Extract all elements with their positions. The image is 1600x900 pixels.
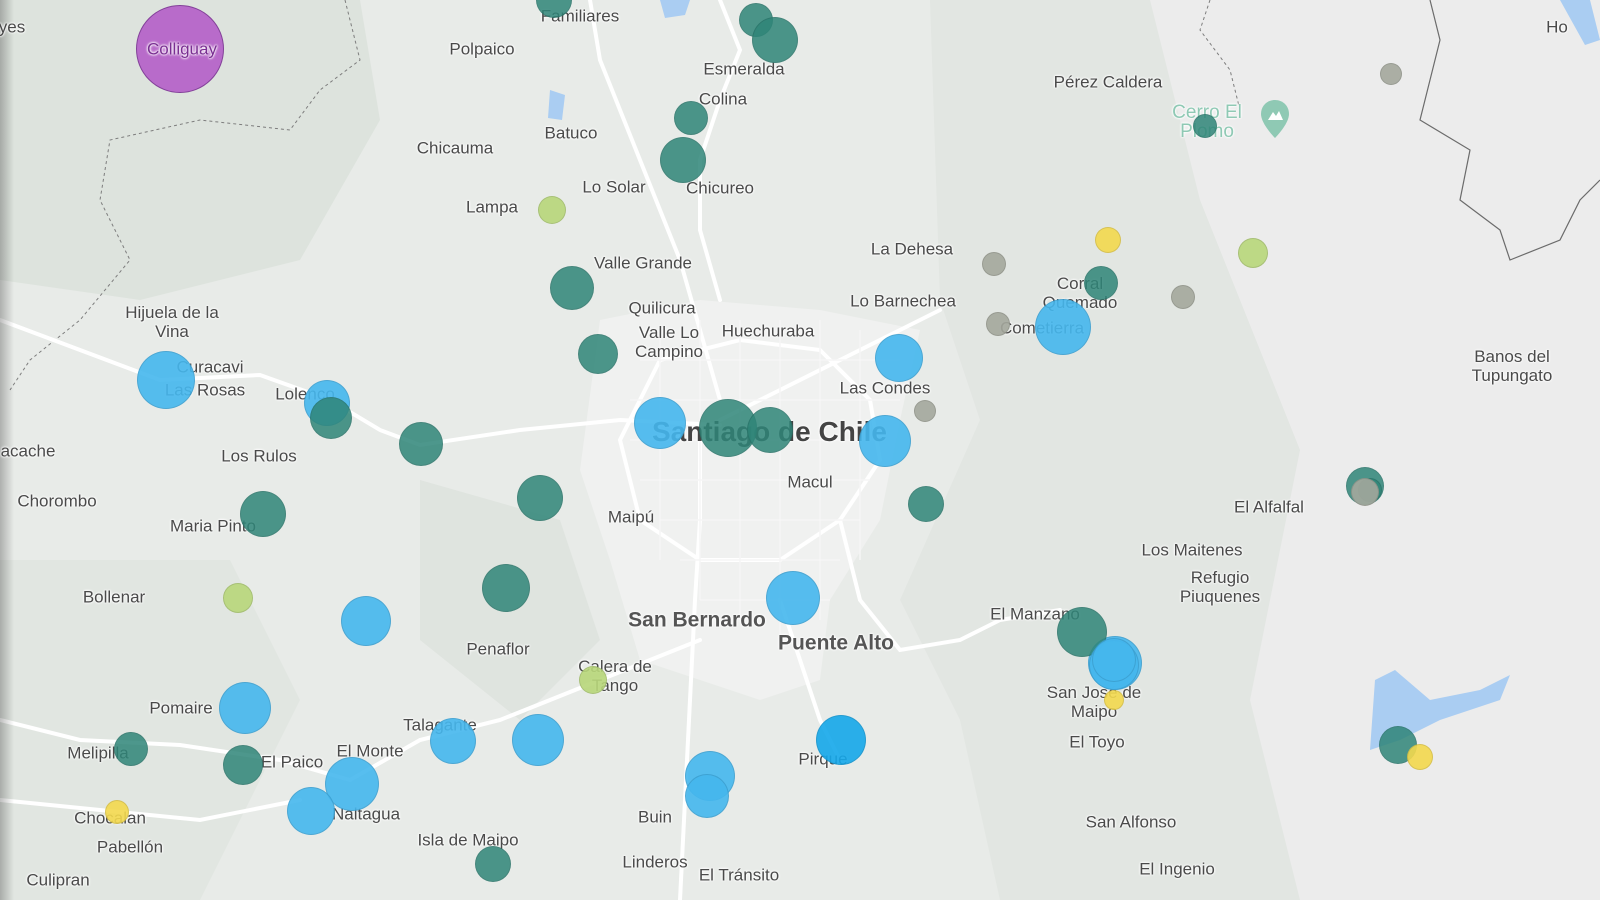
place-label-pomaire: Pomaire xyxy=(149,698,213,718)
place-label-colliguay: Colliguay xyxy=(147,39,217,59)
place-label-san-bernardo: San Bernardo xyxy=(628,608,766,632)
place-label-los-maitenes: Los Maitenes xyxy=(1141,540,1243,560)
place-label-polpaico: Polpaico xyxy=(449,39,515,59)
data-marker-teal[interactable] xyxy=(310,397,352,439)
data-marker-blue[interactable] xyxy=(430,718,476,764)
data-marker-gray[interactable] xyxy=(1351,478,1379,506)
data-marker-teal[interactable] xyxy=(517,475,563,521)
data-marker-blue[interactable] xyxy=(634,397,686,449)
place-label-calera-de-tango: Calera de Tango xyxy=(578,657,652,695)
data-marker-yellow[interactable] xyxy=(105,800,129,824)
data-marker-teal[interactable] xyxy=(399,422,443,466)
highway-colina xyxy=(698,0,743,302)
data-marker-brightblue[interactable] xyxy=(816,715,866,765)
data-marker-teal[interactable] xyxy=(908,486,944,522)
data-marker-gray[interactable] xyxy=(914,400,936,422)
data-marker-blue[interactable] xyxy=(875,334,923,382)
data-marker-teal[interactable] xyxy=(674,101,708,135)
data-marker-blue[interactable] xyxy=(685,774,729,818)
data-marker-yellow[interactable] xyxy=(1095,227,1121,253)
place-label-batuco: Batuco xyxy=(544,123,598,143)
data-marker-teal[interactable] xyxy=(114,732,148,766)
place-label-lo-solar: Lo Solar xyxy=(582,177,646,197)
place-label-san-alfonso: San Alfonso xyxy=(1085,812,1177,832)
place-label-quilicura: Quilicura xyxy=(628,298,696,318)
place-label-chorombo: Chorombo xyxy=(17,491,97,511)
data-marker-yellow[interactable] xyxy=(1104,690,1124,710)
data-marker-blue[interactable] xyxy=(219,682,271,734)
place-label-el-paico: El Paico xyxy=(260,752,324,772)
data-marker-blue[interactable] xyxy=(766,571,820,625)
place-label-isla-de-maipo: Isla de Maipo xyxy=(417,830,519,850)
data-marker-blue[interactable] xyxy=(137,351,195,409)
place-label-refugio-piuquenes: Refugio Piuquenes xyxy=(1179,568,1261,606)
place-label-ho: Ho xyxy=(1546,17,1568,37)
place-label-maip-: Maipú xyxy=(607,507,655,527)
place-label-el-toyo: El Toyo xyxy=(1069,732,1125,752)
place-label-hijuela-de-la-vina: Hijuela de la Vina xyxy=(125,303,219,341)
data-marker-teal[interactable] xyxy=(752,17,798,63)
data-marker-lime[interactable] xyxy=(1238,238,1268,268)
place-label-bollenar: Bollenar xyxy=(82,587,146,607)
data-marker-teal[interactable] xyxy=(482,564,530,612)
data-marker-teal[interactable] xyxy=(660,137,706,183)
place-label-lo-barnechea: Lo Barnechea xyxy=(850,291,956,311)
lake-batuco xyxy=(548,90,565,120)
data-marker-lime[interactable] xyxy=(579,666,607,694)
data-marker-teal[interactable] xyxy=(1193,114,1217,138)
lake-north xyxy=(660,0,690,18)
data-marker-lime[interactable] xyxy=(223,583,253,613)
place-label-san-jos-de-maipo: San José de Maipo xyxy=(1046,683,1142,721)
data-marker-blue[interactable] xyxy=(341,596,391,646)
data-marker-blue[interactable] xyxy=(512,714,564,766)
place-label-culipran: Culipran xyxy=(26,870,90,890)
place-label-lampa: Lampa xyxy=(466,197,518,217)
place-label-el-ingenio: El Ingenio xyxy=(1139,859,1215,879)
data-marker-blue[interactable] xyxy=(287,787,335,835)
data-marker-lime[interactable] xyxy=(538,196,566,224)
data-marker-teal[interactable] xyxy=(223,745,263,785)
place-label-yes: yes xyxy=(0,17,26,37)
data-marker-gray[interactable] xyxy=(1171,285,1195,309)
place-label-chicauma: Chicauma xyxy=(416,138,494,158)
place-label-acache: acache xyxy=(0,441,56,461)
place-label-colina: Colina xyxy=(698,89,748,109)
place-label-huechuraba: Huechuraba xyxy=(721,321,815,341)
place-label-valle-grande: Valle Grande xyxy=(594,253,692,273)
place-label-la-dehesa: La Dehesa xyxy=(870,239,954,259)
place-label-macul: Macul xyxy=(787,472,833,492)
place-label-banos-del-tupungato: Banos del Tupungato xyxy=(1471,347,1553,385)
data-marker-teal[interactable] xyxy=(240,491,286,537)
data-marker-teal[interactable] xyxy=(475,846,511,882)
place-label-puente-alto: Puente Alto xyxy=(778,631,894,655)
place-label-buin: Buin xyxy=(637,807,673,827)
data-marker-gray[interactable] xyxy=(986,312,1010,336)
place-label-pabell-n: Pabellón xyxy=(96,837,164,857)
data-marker-blue[interactable] xyxy=(1092,638,1136,682)
place-label-el-alfalfal: El Alfalfal xyxy=(1234,497,1304,517)
place-label-penaflor: Penaflor xyxy=(466,639,530,659)
place-label-p-rez-caldera: Pérez Caldera xyxy=(1053,72,1163,92)
data-marker-blue[interactable] xyxy=(859,415,911,467)
data-marker-teal[interactable] xyxy=(550,266,594,310)
place-label-el-tr-nsito: El Tránsito xyxy=(698,865,780,885)
data-marker-gray[interactable] xyxy=(1380,63,1402,85)
place-label-chicureo: Chicureo xyxy=(685,178,755,198)
place-label-los-rulos: Los Rulos xyxy=(221,446,297,466)
data-marker-teal[interactable] xyxy=(747,407,793,453)
data-marker-blue[interactable] xyxy=(1035,299,1091,355)
place-label-las-condes: Las Condes xyxy=(839,378,931,398)
data-marker-gray[interactable] xyxy=(982,252,1006,276)
map-canvas[interactable]: yes Familiares Polpaico Esmeralda Colina Pére… xyxy=(0,0,1600,900)
place-label-linderos: Linderos xyxy=(622,852,688,872)
data-marker-teal[interactable] xyxy=(578,334,618,374)
place-label-valle-lo-campino: Valle Lo Campino xyxy=(634,323,704,361)
data-marker-yellow[interactable] xyxy=(1407,744,1433,770)
data-marker-teal[interactable] xyxy=(1084,266,1118,300)
